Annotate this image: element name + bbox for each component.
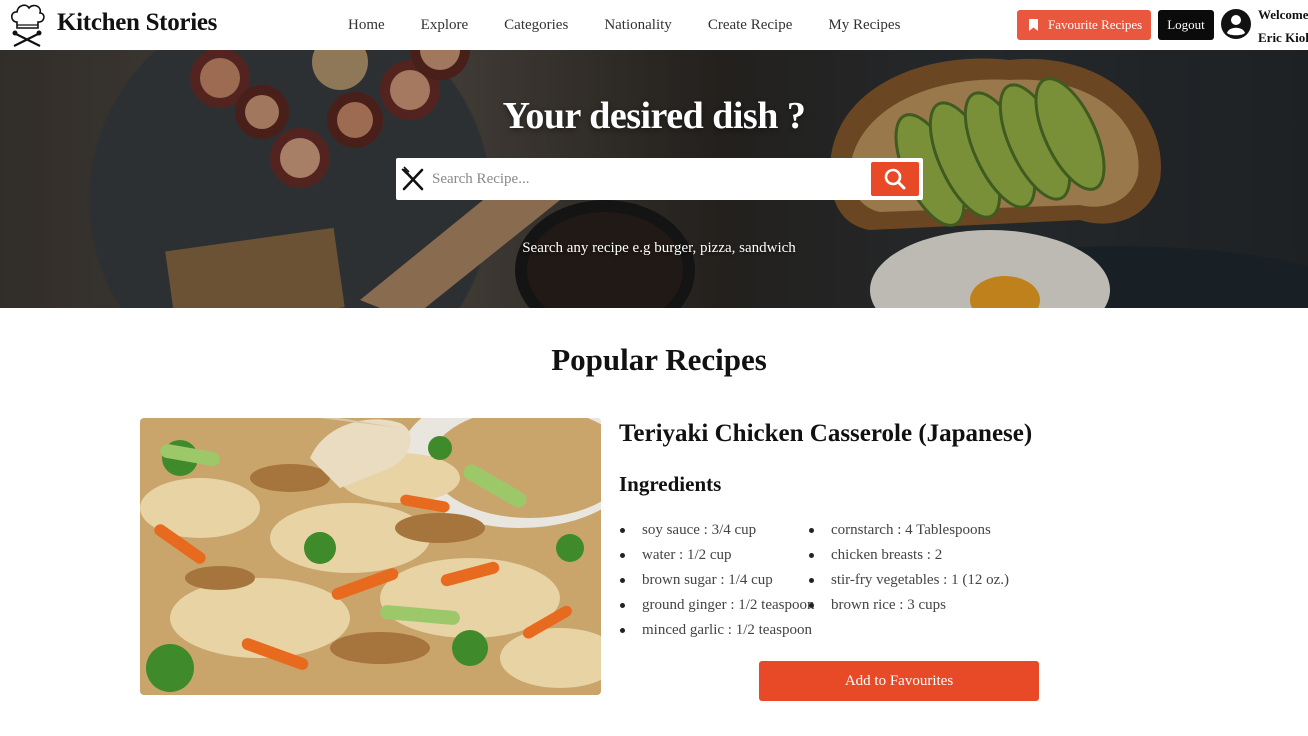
popular-recipes-heading: Popular Recipes <box>551 342 767 377</box>
hero-title: Your desired dish ? <box>502 95 806 137</box>
fork-knife-icon <box>401 166 424 191</box>
nav-create-recipe[interactable]: Create Recipe <box>690 0 811 50</box>
main-nav: Home Explore Categories Nationality Crea… <box>330 0 918 50</box>
add-to-favourites-button[interactable]: Add to Favourites <box>759 661 1039 701</box>
hero-banner: Your desired dish ? Search any recipe e.… <box>0 50 1308 308</box>
welcome-text: Welcome Eric Kiok <box>1258 3 1308 49</box>
ingredient-item: brown sugar : 1/4 cup <box>619 568 814 593</box>
ingredient-item: water : 1/2 cup <box>619 543 814 568</box>
search-hint: Search any recipe e.g burger, pizza, san… <box>522 240 796 256</box>
ingredients-list-right: cornstarch : 4 Tablespoons chicken breas… <box>808 518 1009 618</box>
ingredients-heading: Ingredients <box>619 472 722 496</box>
nav-explore[interactable]: Explore <box>403 0 486 50</box>
ingredient-item: stir-fry vegetables : 1 (12 oz.) <box>808 568 1009 593</box>
welcome-line: Welcome <box>1258 7 1308 22</box>
recipe-image[interactable] <box>140 418 601 695</box>
ingredient-item: cornstarch : 4 Tablespoons <box>808 518 1009 543</box>
chef-hat-icon[interactable] <box>8 2 46 48</box>
ingredient-item: soy sauce : 3/4 cup <box>619 518 814 543</box>
navbar: Kitchen Stories Home Explore Categories … <box>0 0 1308 50</box>
recipe-title[interactable]: Teriyaki Chicken Casserole (Japanese) <box>619 420 1032 448</box>
ingredient-item: minced garlic : 1/2 teaspoon <box>619 618 814 643</box>
ingredients-list-left: soy sauce : 3/4 cup water : 1/2 cup brow… <box>619 518 814 643</box>
nav-categories[interactable]: Categories <box>486 0 586 50</box>
search-bar <box>396 158 923 200</box>
search-button[interactable] <box>871 162 919 196</box>
brand-name[interactable]: Kitchen Stories <box>57 9 217 37</box>
search-input[interactable] <box>432 164 862 194</box>
logout-button[interactable]: Logout <box>1158 10 1214 40</box>
favourite-recipes-label: Favourite Recipes <box>1048 17 1143 32</box>
casserole-photo <box>140 418 601 695</box>
search-icon <box>884 168 906 190</box>
nav-home[interactable]: Home <box>330 0 403 50</box>
user-circle-icon[interactable] <box>1221 9 1251 39</box>
bookmark-icon <box>1029 19 1038 31</box>
ingredient-item: ground ginger : 1/2 teaspoon <box>619 593 814 618</box>
favourite-recipes-button[interactable]: Favourite Recipes <box>1017 10 1151 40</box>
ingredient-item: brown rice : 3 cups <box>808 593 1009 618</box>
nav-my-recipes[interactable]: My Recipes <box>810 0 918 50</box>
nav-nationality[interactable]: Nationality <box>586 0 690 50</box>
ingredient-item: chicken breasts : 2 <box>808 543 1009 568</box>
user-name: Eric Kiok <box>1258 30 1308 45</box>
